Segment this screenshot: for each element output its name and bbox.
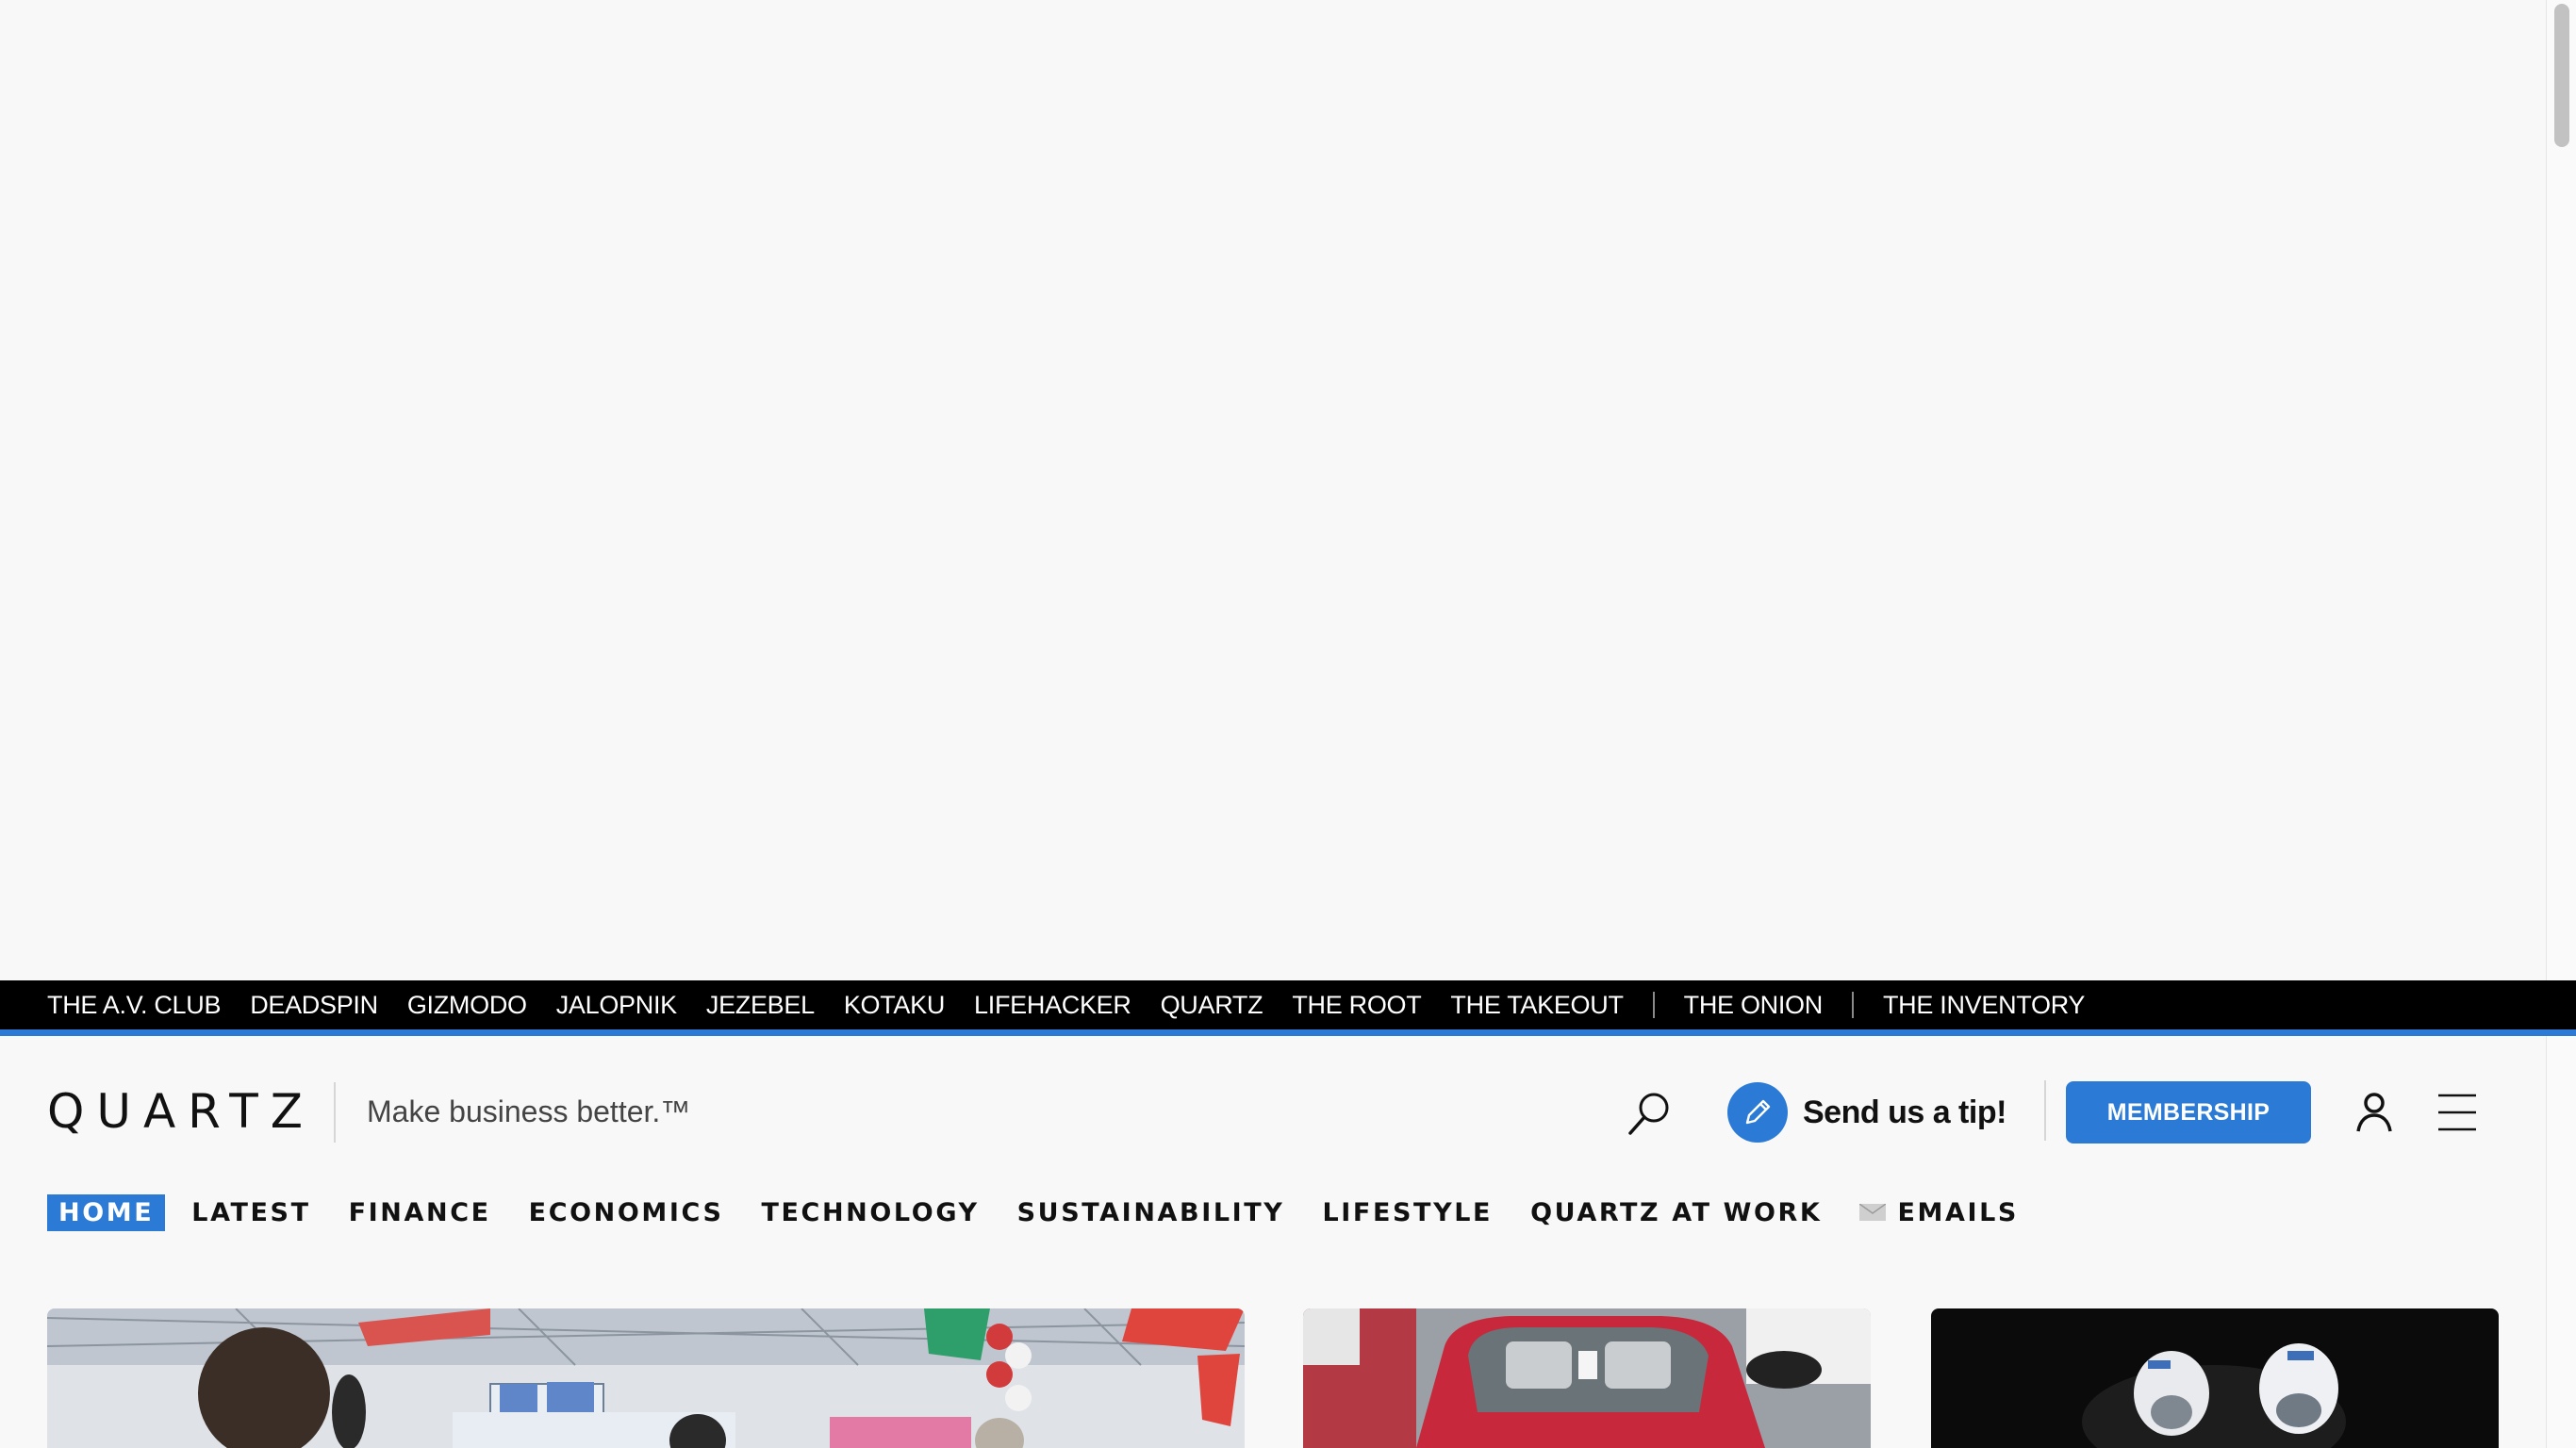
hamburger-icon (2438, 1094, 2476, 1131)
network-link-theinventory[interactable]: THE INVENTORY (1883, 991, 2085, 1020)
nav-finance[interactable]: FINANCE (349, 1198, 491, 1227)
tip-icon-circle (1727, 1082, 1788, 1143)
network-link-kotaku[interactable]: KOTAKU (844, 991, 946, 1020)
network-divider (1652, 992, 1655, 1018)
car-photo (1303, 1308, 1871, 1448)
nav-emails[interactable]: EMAILS (1859, 1198, 2019, 1227)
suits-photo (1931, 1308, 2499, 1448)
membership-button[interactable]: MEMBERSHIP (2066, 1081, 2311, 1144)
site-logo[interactable]: QUARTZ (47, 1084, 315, 1139)
scrollbar[interactable] (2546, 0, 2576, 1448)
user-icon (2356, 1093, 2392, 1132)
nav-lifestyle[interactable]: LIFESTYLE (1322, 1198, 1493, 1227)
send-tip-button[interactable]: Send us a tip! (1727, 1082, 2006, 1143)
network-link-quartz[interactable]: QUARTZ (1161, 991, 1263, 1020)
account-button[interactable] (2352, 1090, 2397, 1135)
network-bar: THE A.V. CLUB DEADSPIN GIZMODO JALOPNIK … (0, 980, 2576, 1036)
nav-technology[interactable]: TECHNOLOGY (762, 1198, 980, 1227)
header-divider (2044, 1080, 2046, 1141)
send-tip-label: Send us a tip! (1803, 1094, 2006, 1130)
network-link-jezebel[interactable]: JEZEBEL (706, 991, 815, 1020)
network-link-thetakeout[interactable]: THE TAKEOUT (1450, 991, 1624, 1020)
menu-button[interactable] (2436, 1092, 2478, 1133)
scrollbar-thumb[interactable] (2554, 4, 2569, 147)
network-link-lifehacker[interactable]: LIFEHACKER (974, 991, 1131, 1020)
network-link-theonion[interactable]: THE ONION (1684, 991, 1824, 1020)
tagline: Make business better.™ (367, 1094, 691, 1128)
network-divider (1851, 992, 1854, 1018)
network-link-deadspin[interactable]: DEADSPIN (250, 991, 378, 1020)
network-link-theroot[interactable]: THE ROOT (1292, 991, 1421, 1020)
story-image-airport[interactable] (47, 1308, 1245, 1448)
airport-photo (47, 1308, 1245, 1448)
pencil-icon (1745, 1099, 1771, 1125)
nav-latest[interactable]: LATEST (191, 1198, 310, 1227)
logo-divider (334, 1082, 336, 1143)
mail-icon (1859, 1204, 1887, 1221)
search-button[interactable] (1624, 1086, 1676, 1139)
nav-quartz-at-work[interactable]: QUARTZ AT WORK (1530, 1198, 1822, 1227)
nav-emails-label: EMAILS (1897, 1197, 2019, 1227)
story-image-red-car[interactable] (1303, 1308, 1871, 1448)
network-link-avclub[interactable]: THE A.V. CLUB (47, 991, 221, 1020)
network-link-gizmodo[interactable]: GIZMODO (407, 991, 527, 1020)
story-image-protective-suits[interactable] (1931, 1308, 2499, 1448)
network-link-jalopnik[interactable]: JALOPNIK (556, 991, 677, 1020)
section-nav: HOME LATEST FINANCE ECONOMICS TECHNOLOGY… (47, 1192, 2056, 1233)
search-icon (1628, 1093, 1669, 1135)
nav-economics[interactable]: ECONOMICS (529, 1198, 724, 1227)
nav-sustainability[interactable]: SUSTAINABILITY (1017, 1198, 1285, 1227)
nav-home[interactable]: HOME (47, 1193, 166, 1231)
